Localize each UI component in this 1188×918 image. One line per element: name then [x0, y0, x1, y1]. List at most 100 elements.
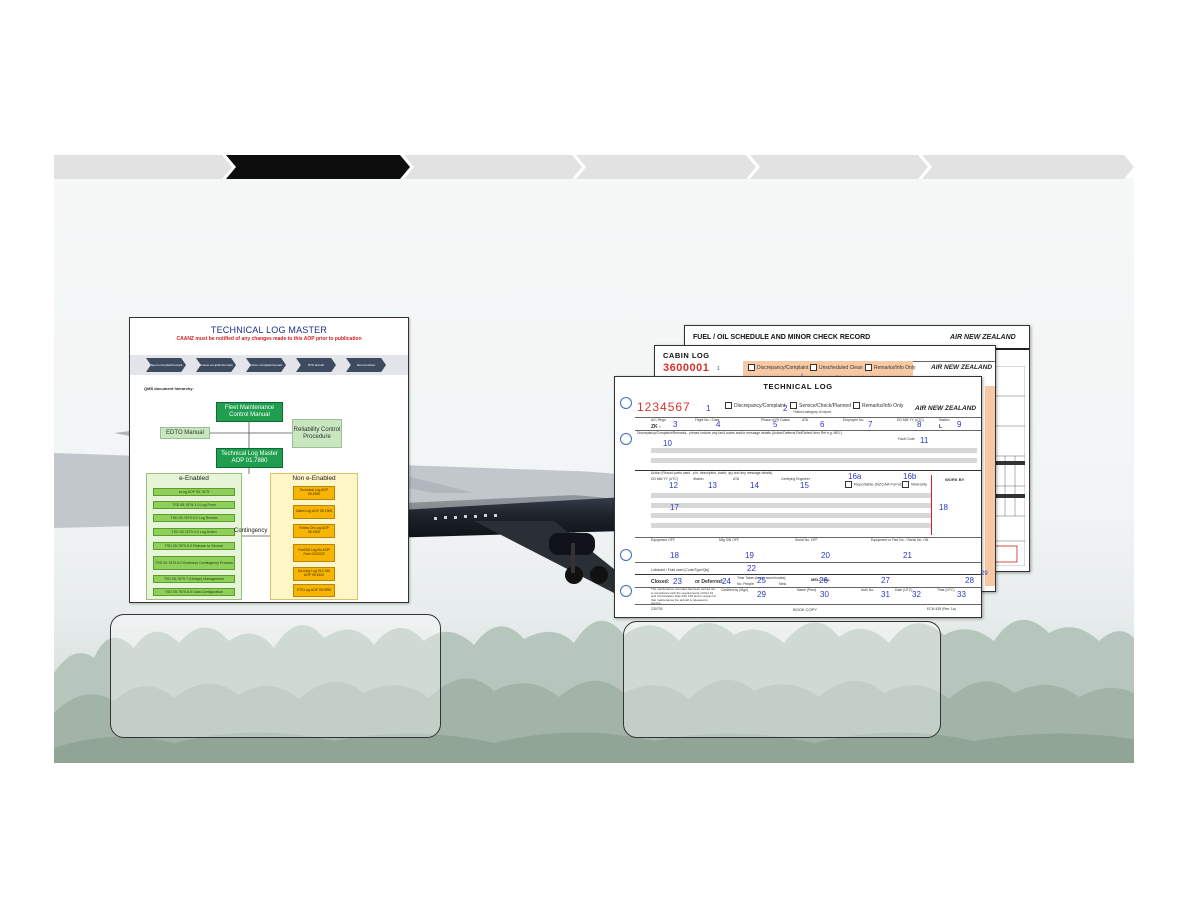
non-enabled-item: Follow On Log AOP 05.1900	[293, 524, 335, 538]
field-28: 27	[881, 576, 890, 585]
cabin-log-title: CABIN LOG	[663, 351, 710, 360]
label-lubricant: Lubricant / Fluid used (Code/Type/Qty)	[651, 568, 710, 572]
enabled-item: TSD 05.7879-6.0 Business Contingency Pro…	[153, 556, 235, 570]
cabin-right-number: 29	[981, 571, 988, 577]
label-ata: ATA	[802, 418, 809, 422]
cabin-serial-number: 3600001	[663, 362, 710, 374]
enabled-item: TSD 05.7879-5.0 Release to Service	[153, 542, 235, 550]
field-15: 15	[800, 481, 809, 490]
cabin-airline-name: AIR NEW ZEALAND	[931, 364, 993, 371]
binder-hole	[620, 549, 632, 561]
field-6: 6	[820, 420, 825, 429]
breadcrumb-step-6[interactable]	[922, 155, 1134, 179]
field-17: 17	[670, 503, 679, 512]
non-enabled-item: Technical Log AOP 05.1950	[293, 486, 335, 500]
label-closed: Closed:	[651, 579, 670, 585]
label-auth-no: Auth No.	[861, 588, 875, 592]
cabin-option-discrepancy[interactable]: Discrepancy/Complaint	[748, 364, 808, 371]
label-mins: Mins	[779, 582, 787, 586]
label-discrepancy: Discrepancy/Complaint/Remarks - please i…	[637, 431, 842, 435]
cabin-option-unscheduled-clean[interactable]: Unscheduled Clean	[810, 364, 863, 371]
footer-form-rev: ECM 435 (Rev. 1a)	[927, 607, 956, 611]
left-caption-box	[110, 614, 441, 738]
field-2: 2	[783, 404, 788, 413]
right-caption-box	[623, 621, 941, 738]
field-34: 33	[957, 590, 966, 599]
field-27: 26	[819, 576, 828, 585]
label-name-print: Name (Print)	[797, 588, 817, 592]
tech-option-service[interactable]: Service/Check/Planned	[790, 402, 851, 409]
non-enabled-item: ETS Log AOP 05.0990	[293, 584, 335, 597]
field-22: 21	[903, 551, 912, 560]
label-employee: Employee No.	[843, 418, 865, 422]
label-action-station: Station	[693, 477, 704, 481]
enabled-item: TSD 05.7879-4.0 Log Action	[153, 528, 235, 536]
label-fault-code: Fault Code	[898, 437, 915, 441]
label-action-ata: ATA	[733, 477, 740, 481]
non-e-enabled-label: Non e-Enabled	[292, 475, 336, 482]
breadcrumb-step-4[interactable]	[576, 155, 756, 179]
breadcrumb-step-3[interactable]	[404, 155, 582, 179]
field-21: 20	[821, 551, 830, 560]
field-31: 30	[820, 590, 829, 599]
field-24: 23	[673, 577, 682, 586]
tech-airline-name: AIR NEW ZEALAND	[915, 405, 977, 412]
field-10: 10	[663, 439, 672, 448]
field-5: 5	[773, 420, 778, 429]
tech-serial-number: 1234567	[637, 400, 691, 414]
breadcrumb-step-1[interactable]	[54, 155, 232, 179]
binder-hole	[620, 585, 632, 597]
field-13: 13	[708, 481, 717, 490]
breadcrumb-step-5[interactable]	[750, 155, 928, 179]
tech-select-note: *Select category of report	[793, 410, 832, 414]
technical-log-form: TECHNICAL LOG 1234567 1 Discrepancy/Comp…	[614, 376, 982, 618]
tech-option-discrepancy[interactable]: Discrepancy/Complaint	[725, 402, 785, 409]
field-4: 4	[716, 420, 721, 429]
field-20: 19	[745, 551, 754, 560]
progress-breadcrumb	[54, 155, 1134, 179]
checkbox-warranty[interactable]: Warranty	[902, 481, 927, 488]
label-regn: A/C Regn	[651, 418, 666, 422]
label-equipment-on: Equipment or Part No. / Serial No. ON	[871, 538, 929, 542]
binder-hole	[620, 397, 632, 409]
contingency-label: Contingency	[234, 528, 268, 534]
field-16b: 16b	[903, 472, 917, 481]
label-date-utc: Date (UTC)	[895, 588, 913, 592]
label-time-utc: Time (UTC)	[937, 588, 955, 592]
enabled-item: TSD 05.7879-1.0 Log Form	[153, 501, 235, 509]
field-18: 18	[939, 503, 948, 512]
label-equipment-off: Equipment OFF	[651, 538, 675, 542]
technical-log-title: TECHNICAL LOG	[763, 382, 833, 391]
non-enabled-item: Cabin Log AOP 05.1905	[293, 505, 335, 519]
cabin-field-number: 1	[717, 366, 720, 372]
label-people: No. People	[737, 582, 754, 586]
fleet-maintenance-control-manual-box: Fleet Maintenance Control Manual	[216, 402, 283, 422]
label-station: Station	[939, 418, 950, 422]
footer-form-code: Z30793	[651, 607, 663, 611]
field-30: 29	[757, 590, 766, 599]
field-19: 18	[670, 551, 679, 560]
label-certified-by: Certified by (Sign)	[721, 588, 749, 592]
label-serial-off: Serial No. OFF	[795, 538, 818, 542]
e-enabled-panel: e-Enabled eLog AOP 05.7879 TSD 05.7879-1…	[146, 473, 242, 600]
cabin-option-remarks[interactable]: Remarks/Info Only	[865, 364, 915, 371]
field-26: 25	[757, 576, 766, 585]
enabled-item: TSD 05.7879-7 (Hedge) Management	[153, 575, 235, 583]
field-11: 11	[920, 436, 929, 445]
breadcrumb-step-2-active[interactable]	[226, 155, 410, 179]
reliability-control-procedure-box: Reliability Control Procedure	[292, 419, 342, 448]
enabled-item: TSD 05.7879-3.0 Log Review	[153, 514, 235, 522]
technical-log-master-box: Technical Log Master AOP 01.7880	[216, 448, 283, 468]
field-29: 28	[965, 576, 974, 585]
binder-hole	[620, 433, 632, 445]
field-25: 24	[722, 577, 731, 586]
tech-option-remarks[interactable]: Remarks/Info Only	[853, 402, 903, 409]
field-16a: 16a	[848, 472, 862, 481]
field-9: 9	[957, 420, 962, 429]
field-33: 32	[912, 590, 921, 599]
field-23: 22	[747, 564, 756, 573]
checkbox-reportable[interactable]: Reportable (NZCAA Form12)	[845, 481, 906, 488]
e-enabled-label: e-Enabled	[179, 475, 209, 482]
field-8: 8	[917, 420, 922, 429]
edto-manual-box: EDTO Manual	[160, 427, 210, 439]
